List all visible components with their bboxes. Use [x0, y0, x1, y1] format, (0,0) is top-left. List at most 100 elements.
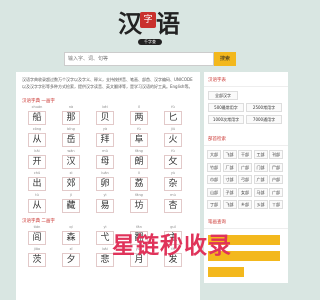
char-pinyin: jiǔ	[170, 127, 176, 131]
char-cell[interactable]: bèi 贝	[92, 104, 118, 126]
radical-link[interactable]: 飞部	[222, 200, 237, 209]
char-glyph: 匕	[164, 111, 182, 125]
char-cell[interactable]: fǔ 匕	[160, 104, 186, 126]
char-glyph: 卵	[96, 177, 114, 191]
charlist-link[interactable]: 1000次常用字	[208, 115, 244, 124]
charlist-link[interactable]: 7000通用字	[246, 115, 282, 124]
char-pinyin: kāi	[34, 149, 40, 153]
char-glyph: 夕	[62, 253, 80, 267]
charlist-link[interactable]: 全部汉字	[208, 91, 238, 100]
radical-link[interactable]: 竹部	[207, 162, 221, 172]
search-input[interactable]	[64, 52, 214, 66]
char-pinyin: fǔ	[171, 105, 175, 109]
radical-link[interactable]: 弓部	[238, 175, 252, 184]
radical-link[interactable]: 干部	[238, 150, 252, 159]
char-glyph: 从	[28, 133, 46, 147]
char-pinyin: mù	[170, 193, 176, 197]
char-glyph: 森	[62, 231, 80, 245]
char-cell[interactable]: yì 易	[92, 192, 118, 214]
char-pinyin: qí	[69, 225, 73, 229]
radical-link[interactable]: 门部	[253, 162, 268, 172]
char-pinyin: fān	[136, 225, 142, 229]
radical-link[interactable]: 丫部	[269, 200, 283, 209]
char-pinyin: fù	[171, 149, 175, 153]
char-pinyin: yù	[170, 171, 176, 175]
char-cell[interactable]: bīng 岳	[58, 126, 84, 148]
logo-right-char: 语	[156, 9, 180, 38]
char-cell[interactable]: wǎn 汉	[58, 148, 84, 170]
char-cell[interactable]: yà 拜	[92, 126, 118, 148]
radical-link[interactable]: 大部	[207, 150, 221, 159]
radical-link[interactable]: 广部	[238, 162, 252, 172]
char-pinyin: chū	[33, 171, 41, 175]
charlist-link[interactable]: 2500常用字	[246, 103, 282, 112]
char-cell[interactable]: cóng 从	[24, 126, 50, 148]
radical-link[interactable]: 飞部	[222, 150, 237, 159]
char-glyph: 开	[28, 155, 46, 169]
char-glyph: 岳	[62, 133, 80, 147]
char-cell[interactable]: fāng 朗	[126, 148, 152, 170]
char-cell[interactable]: jì 藏	[58, 192, 84, 214]
watermark-text: 星链秒收录	[112, 233, 232, 259]
char-pinyin: cóng	[32, 127, 42, 131]
radical-link[interactable]: 工部	[253, 150, 268, 159]
char-glyph: 汉	[62, 155, 80, 169]
radical-link[interactable]: 广部	[269, 187, 283, 197]
char-glyph: 阜	[130, 133, 148, 147]
char-cell[interactable]: lǐ 两	[126, 104, 152, 126]
char-cell[interactable]: fù 阜	[126, 126, 152, 148]
radical-link[interactable]: 乡部	[238, 200, 252, 209]
radical-link[interactable]: 刊部	[269, 150, 283, 159]
char-glyph: 从	[28, 199, 46, 213]
char-cell[interactable]: xì 郊	[58, 170, 84, 192]
char-cell[interactable]: nà 那	[58, 104, 84, 126]
char-glyph: 易	[96, 199, 114, 213]
charlist-link[interactable]: 500最常用字	[208, 103, 244, 112]
char-cell[interactable]: tián 闾	[24, 224, 50, 246]
char-cell[interactable]: kāi 开	[24, 148, 50, 170]
radical-link[interactable]: 丁部	[207, 200, 221, 209]
char-glyph: 船	[28, 111, 46, 125]
char-cell[interactable]: xī 夕	[58, 246, 84, 268]
char-glyph: 出	[28, 177, 46, 191]
radical-link[interactable]: 子部	[222, 187, 237, 197]
char-cell[interactable]: chū 出	[24, 170, 50, 192]
radical-link[interactable]: 广部	[253, 175, 268, 184]
char-cell[interactable]: qí 森	[58, 224, 84, 246]
char-glyph: 火	[164, 133, 182, 147]
radical-link[interactable]: 户部	[269, 175, 283, 184]
char-pinyin: wǎn	[67, 149, 75, 153]
radical-link[interactable]: 马部	[253, 187, 268, 197]
char-glyph: 郊	[62, 177, 80, 191]
radical-link[interactable]: 寸部	[222, 175, 237, 184]
char-glyph: 杂	[164, 177, 182, 191]
char-pinyin: mǔ	[102, 149, 108, 153]
char-cell[interactable]: yù 杂	[160, 170, 186, 192]
char-glyph: 母	[96, 155, 114, 169]
radical-link[interactable]: 彡部	[253, 200, 268, 209]
char-cell[interactable]: fù 攵	[160, 148, 186, 170]
logo-seal: 字	[140, 12, 156, 28]
char-glyph: 那	[62, 111, 80, 125]
radical-link[interactable]: 厂部	[222, 162, 237, 172]
radical-link[interactable]: 巾部	[207, 175, 221, 184]
radical-link[interactable]: 尸部	[269, 162, 283, 172]
char-cell[interactable]: mù 杏	[160, 192, 186, 214]
char-cell[interactable]: jiāo 茨	[24, 246, 50, 268]
stroke-bar	[208, 267, 244, 277]
search-button[interactable]: 搜索	[214, 52, 236, 66]
char-cell[interactable]: fāng 坊	[126, 192, 152, 214]
char-cell[interactable]: tǔ 从	[24, 192, 50, 214]
char-cell[interactable]: chuán 船	[24, 104, 50, 126]
char-cell[interactable]: lì 荔	[126, 170, 152, 192]
char-pinyin: yì	[103, 225, 107, 229]
char-pinyin: bèi	[102, 105, 108, 109]
radical-link[interactable]: 女部	[238, 187, 252, 197]
char-cell[interactable]: luǎn 卵	[92, 170, 118, 192]
site-logo[interactable]: 汉 字 语 千字查	[118, 10, 182, 46]
char-pinyin: guī	[170, 225, 176, 229]
char-cell[interactable]: mǔ 母	[92, 148, 118, 170]
char-pinyin: fù	[137, 127, 141, 131]
char-cell[interactable]: jiǔ 火	[160, 126, 186, 148]
radical-link[interactable]: 山部	[207, 187, 221, 197]
